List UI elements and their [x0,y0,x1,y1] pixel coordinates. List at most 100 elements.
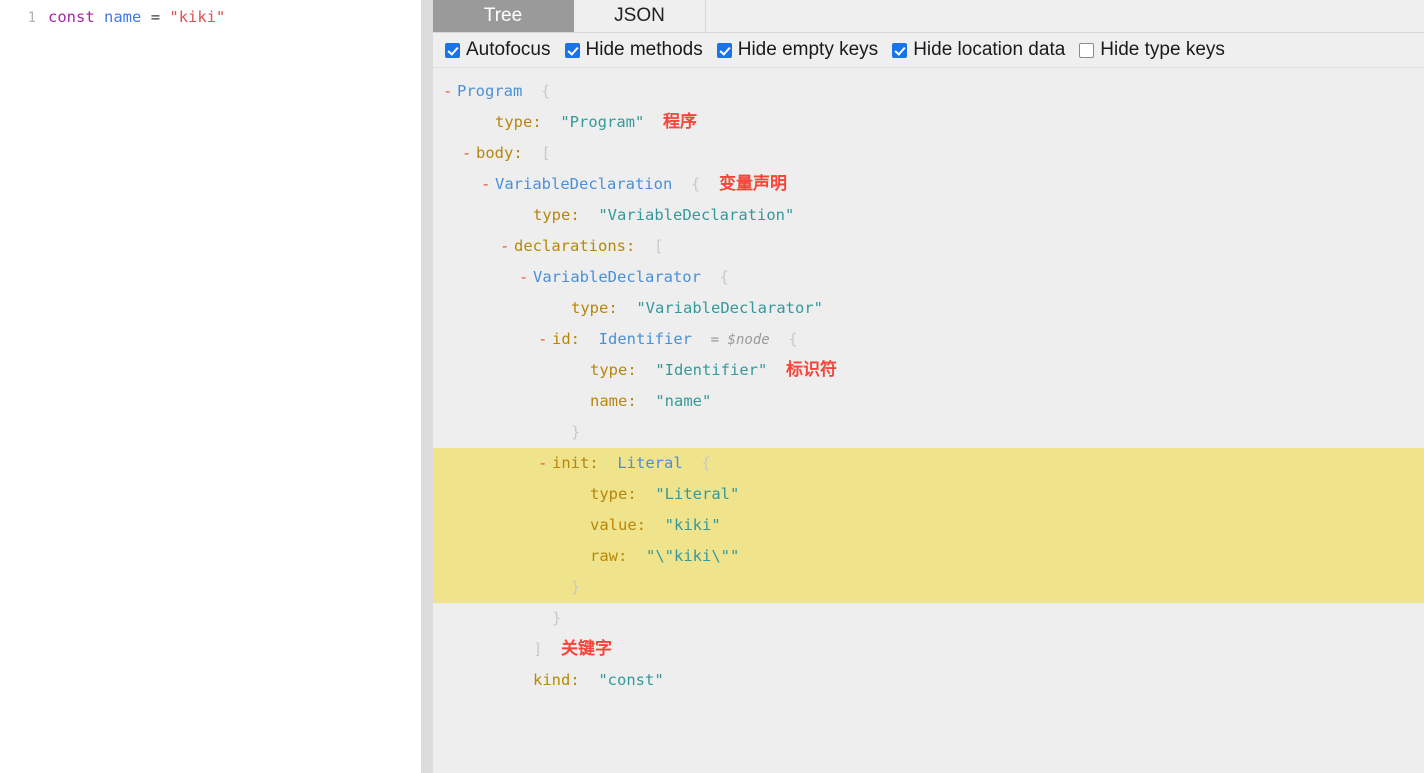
ast-row[interactable]: type: "Identifier" 标识符 [433,355,1424,386]
collapse-toggle-icon[interactable]: - [538,448,552,479]
option-label-hide-type-keys: Hide type keys [1100,39,1225,60]
ast-row[interactable]: - body: [ [433,138,1424,169]
tab-tree[interactable]: Tree [433,0,574,32]
collapse-toggle-icon[interactable]: - [462,138,476,169]
ast-node-alias: = $node [710,332,770,348]
ast-annotation: 程序 [663,112,698,132]
ast-annotation: 标识符 [786,360,837,380]
ast-node-type[interactable]: VariableDeclaration [495,175,672,193]
code-line-1[interactable]: 1 const name = "kiki" [0,0,427,35]
ast-row[interactable]: - id: Identifier = $node { [433,324,1424,355]
option-hide-empty-keys[interactable]: Hide empty keys [716,39,878,61]
checkbox-hide-type-keys-unchecked-icon[interactable] [1079,42,1095,58]
toggle-spacer [576,510,590,541]
editor-vertical-scrollbar[interactable] [421,0,427,773]
ast-row[interactable]: - VariableDeclaration { 变量声明 [433,169,1424,200]
ast-row[interactable]: } [433,417,1424,448]
ast-row[interactable]: name: "name" [433,386,1424,417]
ast-string-value: "Literal" [655,485,740,503]
toggle-spacer [576,479,590,510]
ast-row[interactable]: value: "kiki" [433,510,1424,541]
ast-row[interactable]: - init: Literal { [433,448,1424,479]
code-token-variable: name [104,8,142,26]
option-autofocus[interactable]: Autofocus [445,39,551,61]
checkbox-autofocus-checked-icon[interactable] [445,42,460,58]
toggle-spacer [481,107,495,138]
option-hide-type-keys[interactable]: Hide type keys [1079,39,1225,61]
ast-row[interactable]: - Program { [433,76,1424,107]
ast-annotation: 变量声明 [719,174,787,194]
ast-node-type[interactable]: Literal [617,454,682,472]
ast-row[interactable]: type: "Program" 程序 [433,107,1424,138]
ast-row[interactable]: kind: "const" [433,665,1424,696]
ast-node-type[interactable]: VariableDeclarator [533,268,701,286]
ast-output-pane: Tree JSON Autofocus Hide methods Hide empt… [433,0,1424,773]
option-label-autofocus: Autofocus [466,39,551,60]
tabbar-filler [706,0,1424,32]
option-hide-location-data[interactable]: Hide location data [892,39,1065,61]
checkbox-hide-empty-keys-checked-icon[interactable] [716,42,732,58]
ast-row[interactable]: ] 关键字 [433,634,1424,665]
option-hide-methods[interactable]: Hide methods [564,39,703,61]
ast-row[interactable]: } [433,572,1424,603]
ast-node-type[interactable]: Identifier [599,330,692,348]
code-line-content[interactable]: const name = "kiki" [48,0,225,34]
ast-row[interactable]: type: "VariableDeclarator" [433,293,1424,324]
ast-row[interactable]: } [433,603,1424,634]
ast-key: init: [552,454,599,472]
ast-key: type: [533,206,580,224]
ast-string-value: "VariableDeclarator" [636,299,823,317]
collapse-toggle-icon[interactable]: - [500,231,514,262]
checkbox-hide-methods-checked-icon[interactable] [564,42,580,58]
ast-row[interactable]: type: "VariableDeclaration" [433,200,1424,231]
ast-row[interactable]: raw: "\"kiki\"" [433,541,1424,572]
ast-bracket: } [552,609,562,627]
source-editor-pane[interactable]: 1 const name = "kiki" [0,0,427,773]
ast-bracket: } [571,578,581,596]
tab-json[interactable]: JSON [574,0,706,32]
ast-string-value: "VariableDeclaration" [598,206,795,224]
collapse-toggle-icon[interactable]: - [443,76,457,107]
checkbox-hide-location-data-checked-icon[interactable] [892,42,908,58]
ast-string-value: "name" [655,392,712,410]
ast-row[interactable]: type: "Literal" [433,479,1424,510]
ast-row[interactable]: - VariableDeclarator { [433,262,1424,293]
ast-bracket: { [690,175,701,193]
ast-tree-view[interactable]: - Program { type: "Program" 程序 - body: [ -… [433,68,1424,773]
collapse-toggle-icon[interactable]: - [481,169,495,200]
ast-bracket: { [541,82,551,100]
collapse-toggle-icon[interactable]: - [538,324,552,355]
ast-row[interactable]: - declarations: [ [433,231,1424,262]
toggle-spacer [576,386,590,417]
toggle-spacer [576,541,590,572]
ast-key: type: [590,485,637,503]
ast-node-type[interactable]: Program [457,82,522,100]
collapse-toggle-icon[interactable]: - [519,262,533,293]
code-token-keyword: const [48,8,95,26]
code-token-operator: = [150,8,161,26]
